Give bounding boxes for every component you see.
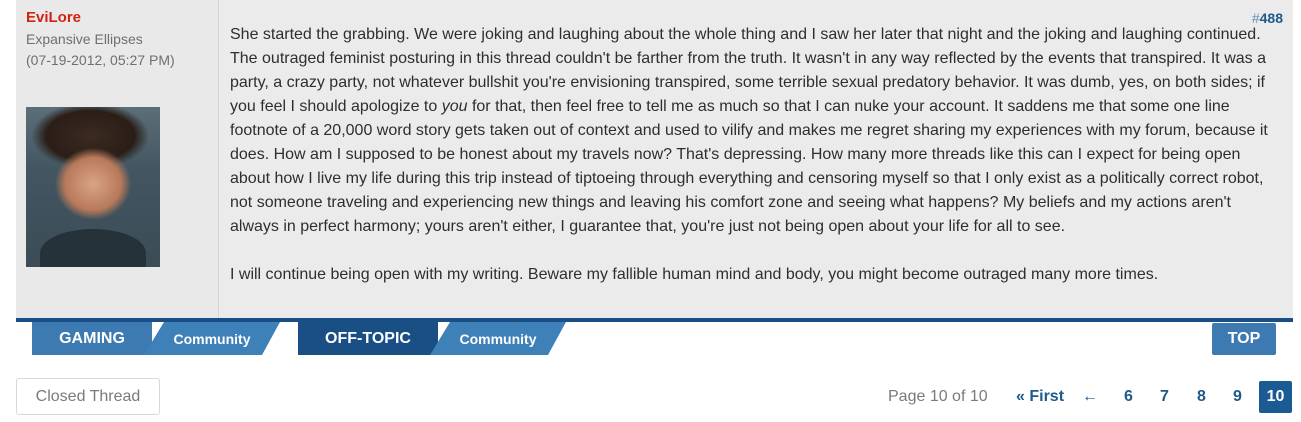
nav-bar-border xyxy=(16,318,1293,322)
current-page: 10 xyxy=(1259,381,1292,413)
avatar[interactable] xyxy=(26,107,160,267)
post-body: She started the grabbing. We were joking… xyxy=(230,23,1280,287)
page-link-7[interactable]: 7 xyxy=(1160,381,1169,413)
first-page-link[interactable]: « First xyxy=(1016,381,1064,413)
post-paragraph-1: She started the grabbing. We were joking… xyxy=(230,23,1280,239)
top-button[interactable]: TOP xyxy=(1212,323,1276,355)
page-link-8[interactable]: 8 xyxy=(1197,381,1206,413)
nav-offtopic-button[interactable]: OFF-TOPIC xyxy=(298,322,438,355)
post-date: (07-19-2012, 05:27 PM) xyxy=(26,52,175,68)
paragraph-1-emphasis: you xyxy=(441,98,468,115)
page-link-6[interactable]: 6 xyxy=(1124,381,1133,413)
page-label: Page 10 of 10 xyxy=(888,388,988,405)
post: EviLore Expansive Ellipses (07-19-2012, … xyxy=(16,0,1293,318)
page-link-9[interactable]: 9 xyxy=(1233,381,1242,413)
pagination: Page 10 of 10 « First ← 6 7 8 9 10 xyxy=(0,381,1301,413)
user-info: EviLore Expansive Ellipses (07-19-2012, … xyxy=(16,0,219,318)
user-title: Expansive Ellipses xyxy=(26,31,143,47)
nav-offtopic-community-link[interactable]: Community xyxy=(430,322,566,355)
paragraph-1-end: for that, then feel free to tell me as m… xyxy=(230,98,1268,235)
avatar-shirt xyxy=(40,229,146,267)
nav-gaming-button[interactable]: GAMING xyxy=(32,322,152,355)
nav-gaming-community-link[interactable]: Community xyxy=(144,322,280,355)
username-link[interactable]: EviLore xyxy=(26,9,81,26)
prev-arrow-icon[interactable]: ← xyxy=(1082,381,1098,413)
post-paragraph-2: I will continue being open with my writi… xyxy=(230,266,1159,283)
